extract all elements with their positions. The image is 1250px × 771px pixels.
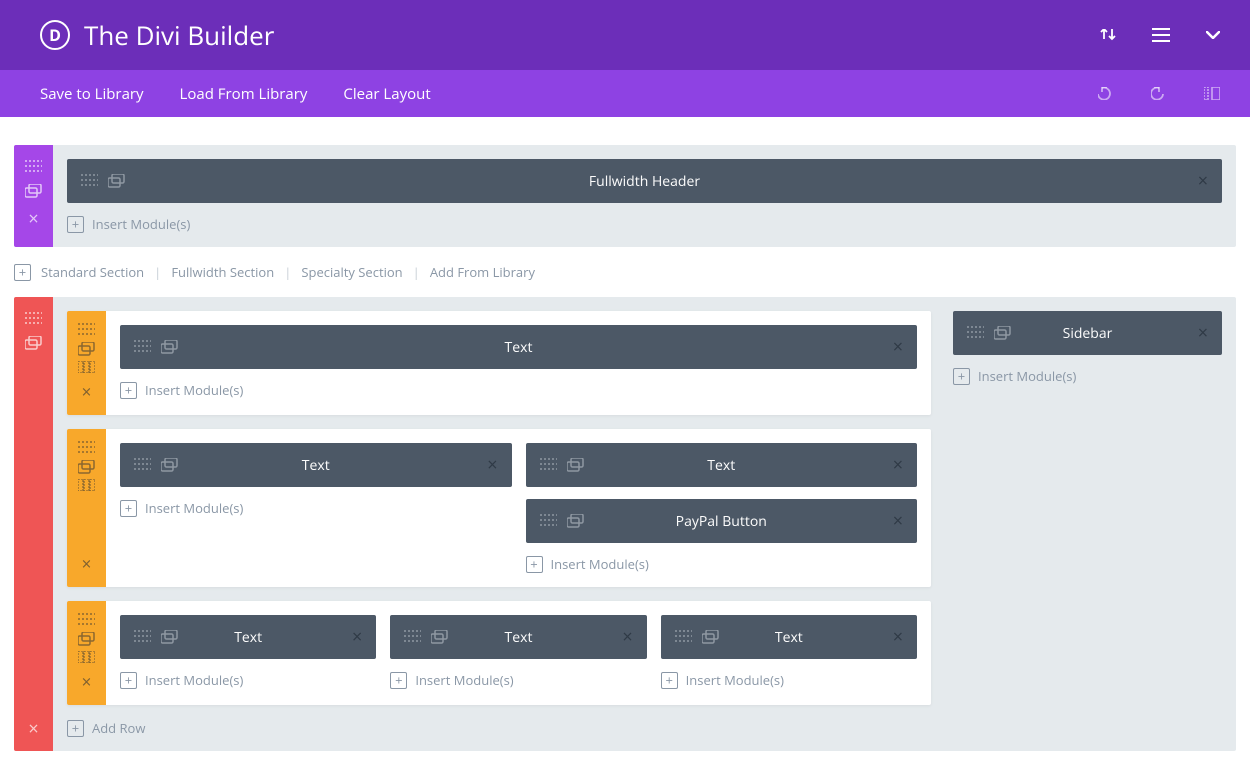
load-from-library-link[interactable]: Load From Library — [180, 84, 308, 104]
add-specialty-section[interactable]: Specialty Section — [301, 263, 402, 281]
import-export-icon[interactable] — [1100, 29, 1116, 41]
module-text[interactable]: Text × — [526, 443, 918, 487]
row: × Text × +Insert Module(s — [67, 429, 931, 587]
plus-icon: + — [67, 720, 84, 737]
plus-icon: + — [120, 382, 137, 399]
section-specialty: × × — [14, 297, 1236, 751]
close-icon[interactable]: × — [82, 380, 92, 403]
plus-icon: + — [67, 216, 84, 233]
toolbar: Save to Library Load From Library Clear … — [0, 70, 1250, 117]
columns-icon[interactable] — [78, 361, 95, 373]
close-icon[interactable]: × — [28, 207, 38, 231]
module-text[interactable]: Text × — [120, 615, 376, 659]
module-text[interactable]: Text × — [120, 443, 512, 487]
section-handle[interactable]: × — [14, 297, 53, 751]
plus-icon: + — [390, 672, 407, 689]
plus-icon[interactable]: + — [14, 264, 31, 281]
close-icon[interactable]: × — [28, 717, 38, 741]
toggle-view-icon[interactable] — [1204, 87, 1220, 100]
duplicate-icon[interactable] — [78, 632, 95, 644]
module-paypal[interactable]: PayPal Button × — [526, 499, 918, 543]
hamburger-menu-icon[interactable] — [1152, 28, 1170, 42]
module-label: Text — [120, 338, 917, 357]
insert-modules-button[interactable]: +Insert Module(s) — [120, 671, 376, 689]
save-to-library-link[interactable]: Save to Library — [40, 84, 144, 104]
module-label: PayPal Button — [526, 512, 918, 531]
clear-layout-link[interactable]: Clear Layout — [343, 84, 430, 104]
drag-icon[interactable] — [25, 157, 42, 174]
drag-icon[interactable] — [25, 309, 42, 326]
duplicate-icon[interactable] — [78, 460, 95, 472]
module-sidebar[interactable]: Sidebar × — [953, 311, 1222, 355]
insert-modules-button[interactable]: +Insert Module(s) — [953, 367, 1222, 385]
module-label: Fullwidth Header — [67, 172, 1222, 191]
insert-modules-button[interactable]: +Insert Module(s) — [390, 671, 646, 689]
app-header: D The Divi Builder — [0, 0, 1250, 70]
drag-icon[interactable] — [78, 613, 95, 625]
module-text[interactable]: Text × — [661, 615, 917, 659]
add-row-button[interactable]: +Add Row — [67, 719, 931, 737]
module-label: Text — [120, 456, 512, 475]
add-fullwidth-section[interactable]: Fullwidth Section — [171, 263, 274, 281]
row: × Text × +Insert Module(s — [67, 601, 931, 705]
row: × Text × +Insert Module(s) — [67, 311, 931, 415]
module-text[interactable]: Text × — [390, 615, 646, 659]
chevron-down-icon[interactable] — [1206, 31, 1220, 39]
module-label: Text — [390, 628, 646, 647]
plus-icon: + — [526, 556, 543, 573]
row-handle[interactable]: × — [67, 311, 106, 415]
row-handle[interactable]: × — [67, 429, 106, 587]
close-icon[interactable]: × — [82, 552, 92, 575]
redo-icon[interactable] — [1151, 87, 1164, 100]
plus-icon: + — [120, 672, 137, 689]
module-label: Text — [526, 456, 918, 475]
app-title: The Divi Builder — [84, 17, 1100, 53]
plus-icon: + — [661, 672, 678, 689]
section-handle[interactable]: × — [14, 145, 53, 247]
duplicate-icon[interactable] — [25, 334, 42, 351]
drag-icon[interactable] — [78, 441, 95, 453]
module-label: Text — [661, 628, 917, 647]
undo-icon[interactable] — [1098, 87, 1111, 100]
add-from-library[interactable]: Add From Library — [430, 263, 535, 281]
insert-modules-button[interactable]: + Insert Module(s) — [67, 215, 1222, 233]
module-text[interactable]: Text × — [120, 325, 917, 369]
logo-icon: D — [40, 20, 70, 50]
add-standard-section[interactable]: Standard Section — [41, 263, 144, 281]
columns-icon[interactable] — [78, 651, 95, 663]
insert-modules-button[interactable]: +Insert Module(s) — [120, 381, 917, 399]
insert-modules-button[interactable]: +Insert Module(s) — [661, 671, 917, 689]
section-fullwidth: × Fullwidth Header × + Insert Module(s) — [14, 145, 1236, 247]
row-handle[interactable]: × — [67, 601, 106, 705]
add-section-bar: + Standard Section| Fullwidth Section| S… — [14, 253, 1236, 297]
insert-modules-button[interactable]: +Insert Module(s) — [120, 499, 512, 517]
insert-label: Insert Module(s) — [92, 215, 190, 233]
close-icon[interactable]: × — [82, 670, 92, 693]
insert-modules-button[interactable]: +Insert Module(s) — [526, 555, 918, 573]
module-label: Sidebar — [953, 324, 1222, 343]
plus-icon: + — [953, 368, 970, 385]
columns-icon[interactable] — [78, 479, 95, 491]
duplicate-icon[interactable] — [25, 182, 42, 199]
duplicate-icon[interactable] — [78, 342, 95, 354]
module-fullwidth-header[interactable]: Fullwidth Header × — [67, 159, 1222, 203]
drag-icon[interactable] — [78, 323, 95, 335]
builder-canvas: × Fullwidth Header × + Insert Module(s) … — [0, 117, 1250, 771]
plus-icon: + — [120, 500, 137, 517]
module-label: Text — [120, 628, 376, 647]
